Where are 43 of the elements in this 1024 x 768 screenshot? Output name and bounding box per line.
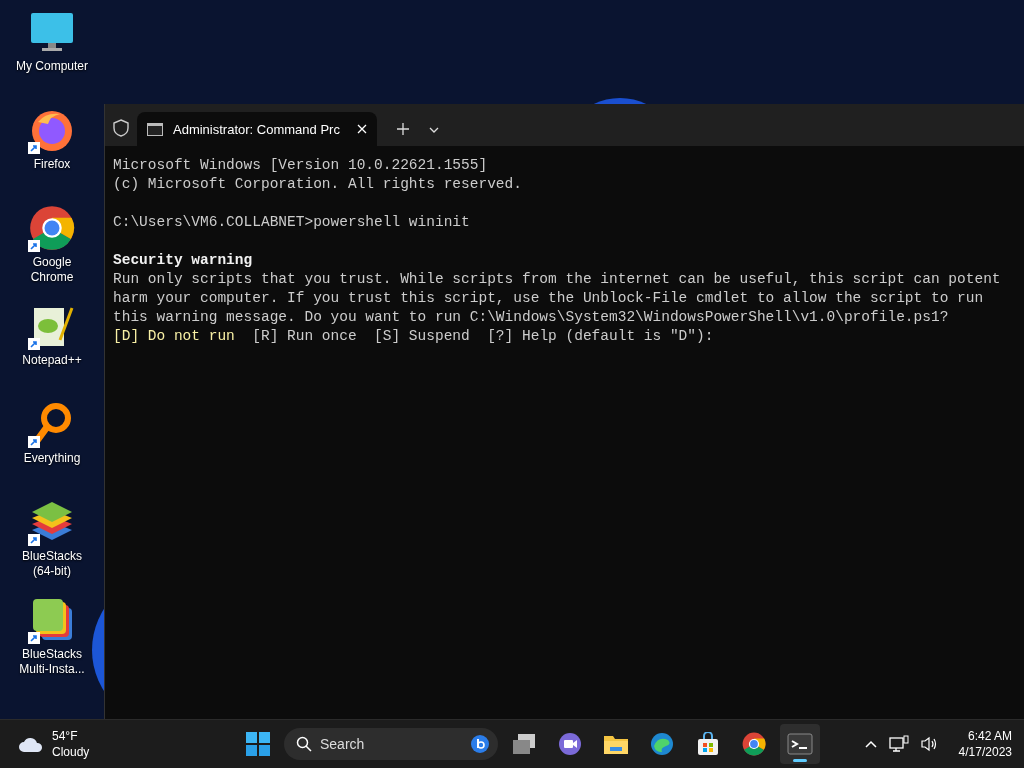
camera-icon [558,732,582,756]
desktop-icon-label[interactable]: Everything [23,451,81,466]
console-line: harm your computer. If you trust this script, use the Unblock-File cmdlet to allow the script to run [113,289,985,308]
desktop-icon-label[interactable]: BlueStacks (64-bit) [22,549,82,579]
console-line: (c) Microsoft Corporation. All rights reserved. [113,175,523,194]
firefox-icon [30,108,74,152]
console-line: Microsoft Windows [Version 10.0.22621.1555] [113,156,489,175]
console-line: Security warning [113,251,254,270]
weather-widget[interactable]: 54°F Cloudy [52,728,90,760]
chevron-up-icon[interactable] [864,740,877,748]
speaker-icon[interactable] [920,736,939,752]
desktop-icon-label[interactable]: BlueStacks Multi-Insta... [19,647,85,677]
console-line: this warning message. Do you want to run C:\Windows\System32\WindowsPowerShell\v1.0\profile.ps1? [113,308,950,327]
cloud-icon[interactable] [18,735,44,753]
edge-icon [650,732,674,756]
shield-icon [113,119,129,137]
plus-icon[interactable] [397,123,409,135]
console-line: [D] Do not run [R] Run once [S] Suspend [?] Help (default is "D"): [113,327,715,346]
search-icon [296,736,312,752]
search-field[interactable]: Search [284,728,498,760]
shopping-bag-icon [696,732,720,756]
console-icon [147,122,163,136]
windows-logo-icon [246,732,270,756]
chrome-icon [742,732,766,756]
close-icon[interactable] [357,124,367,134]
console-line: Run only scripts that you trust. While scripts from the internet can be useful, this script can potent [113,270,1002,289]
terminal-tab[interactable]: Administrator: Command Prc [137,112,377,146]
clock[interactable]: 6:42 AM 4/17/2023 [958,728,1012,760]
chrome-icon [29,205,75,251]
desktop-icon-label[interactable]: My Computer [16,59,88,74]
desktop-icon-label[interactable]: Firefox [33,157,71,172]
layers-icon [30,598,74,642]
desktop-icon-label[interactable]: Google Chrome [30,255,74,285]
windows-stack-icon [512,733,536,755]
network-icon[interactable] [888,735,909,753]
desktop-icon-label[interactable]: Notepad++ [22,353,82,368]
chevron-down-icon[interactable] [429,127,439,133]
monitor-icon [30,12,74,52]
console-line: C:\Users\VM6.COLLABNET>powershell wininit [113,213,471,232]
folder-icon [603,733,629,755]
taskbar-app-button[interactable] [780,724,820,764]
terminal-icon [787,733,813,755]
chat-bubble-icon[interactable] [470,734,490,754]
